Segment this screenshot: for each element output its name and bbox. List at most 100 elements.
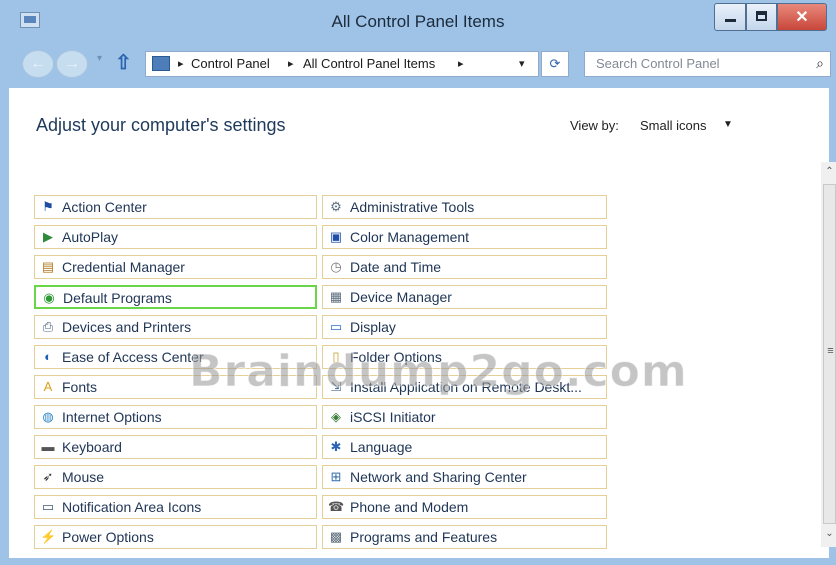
scroll-thumb[interactable]: ≡ (823, 184, 836, 524)
breadcrumb-all-items[interactable]: All Control Panel Items (303, 56, 435, 71)
control-panel-item[interactable]: ▦ Device Manager (322, 285, 607, 309)
forward-button[interactable]: → (56, 50, 88, 78)
scroll-grip-icon: ≡ (827, 345, 834, 357)
control-panel-item[interactable]: ⚑ Action Center (34, 195, 317, 219)
ease-of-access-icon: ◐ (44, 349, 52, 364)
control-panel-item[interactable]: ➶ Mouse (34, 465, 317, 489)
network-icon: ⊞ (330, 469, 342, 484)
control-panel-item[interactable]: ⚡ Power Options (34, 525, 317, 549)
control-panel-item-label: Date and Time (350, 259, 442, 275)
breadcrumb-control-panel[interactable]: Control Panel (191, 56, 270, 71)
control-panel-item-label: Notification Area Icons (62, 499, 202, 515)
autoplay-icon: ▶ (43, 229, 53, 244)
control-panel-item[interactable]: ▭ Notification Area Icons (34, 495, 317, 519)
control-panel-item-label: Default Programs (63, 290, 172, 306)
control-panel-item-label: AutoPlay (62, 229, 119, 245)
control-panel-item[interactable]: ◐ Ease of Access Center (34, 345, 317, 369)
control-panel-item[interactable]: ⊞ Network and Sharing Center (322, 465, 607, 489)
control-panel-item-label: Folder Options (350, 349, 442, 365)
power-options-icon: ⚡ (40, 529, 57, 544)
admin-tools-icon: ⚙ (330, 199, 342, 214)
title-bar: All Control Panel Items ✕ (0, 0, 836, 44)
language-icon: ✱ (330, 439, 342, 454)
view-by-label: View by: (570, 118, 619, 133)
control-panel-item-label: Internet Options (62, 409, 162, 425)
control-panel-item[interactable]: ◈ iSCSI Initiator (322, 405, 607, 429)
control-panel-item-label: Fonts (62, 379, 98, 395)
view-by-dropdown[interactable]: Small icons (640, 118, 706, 133)
minimize-button[interactable] (714, 3, 746, 31)
control-panel-item[interactable]: ▶ AutoPlay (34, 225, 317, 249)
window-title: All Control Panel Items (331, 12, 505, 31)
scroll-down-icon[interactable]: ⌄ (821, 528, 836, 539)
recent-locations-icon[interactable]: ▾ (97, 53, 102, 64)
control-panel-item[interactable]: ◉ Default Programs (34, 285, 317, 309)
close-button[interactable]: ✕ (777, 3, 827, 31)
control-panel-item-label: Keyboard (62, 439, 122, 455)
control-panel-item-label: Action Center (62, 199, 147, 215)
iscsi-initiator-icon: ◈ (331, 409, 341, 424)
control-panel-item-label: Network and Sharing Center (350, 469, 527, 485)
control-panel-item[interactable]: ☎ Phone and Modem (322, 495, 607, 519)
content-pane: Adjust your computer's settings View by:… (9, 88, 836, 558)
search-placeholder: Search Control Panel (596, 56, 720, 71)
search-icon[interactable]: ⌕ (816, 55, 824, 72)
page-title: Adjust your computer's settings (36, 115, 286, 135)
control-panel-item-label: iSCSI Initiator (350, 409, 436, 425)
control-panel-window: All Control Panel Items ✕ ← → ▾ ⇧ ▸ Cont… (0, 0, 836, 565)
control-panel-item[interactable]: ▭ Display (322, 315, 607, 339)
flag-icon: ⚑ (42, 199, 54, 214)
scroll-up-icon[interactable]: ⌃ (821, 166, 836, 177)
breadcrumb-separator-icon[interactable]: ▸ (288, 57, 294, 70)
vertical-scrollbar[interactable]: ⌃ ≡ ⌄ (821, 162, 836, 547)
control-panel-item[interactable]: ⎙ Devices and Printers (34, 315, 317, 339)
default-programs-icon: ◉ (43, 290, 55, 305)
search-input[interactable]: Search Control Panel ⌕ (584, 51, 831, 77)
mouse-icon: ➶ (42, 469, 54, 484)
phone-modem-icon: ☎ (328, 499, 345, 514)
maximize-icon (756, 11, 767, 21)
programs-features-icon: ▩ (329, 529, 343, 544)
control-panel-item[interactable]: ▩ Programs and Features (322, 525, 607, 549)
color-management-icon: ▣ (329, 229, 343, 244)
breadcrumb-separator-icon[interactable]: ▸ (178, 57, 184, 70)
maximize-button[interactable] (746, 3, 777, 31)
control-panel-item-label: Language (350, 439, 413, 455)
control-panel-item[interactable]: ◷ Date and Time (322, 255, 607, 279)
control-panel-item[interactable]: ◍ Internet Options (34, 405, 317, 429)
control-panel-item-label: Color Management (350, 229, 470, 245)
control-panel-item-label: Ease of Access Center (62, 349, 204, 365)
control-panel-item-label: Administrative Tools (350, 199, 475, 215)
control-panel-item-label: Programs and Features (350, 529, 498, 545)
control-panel-item-label: Devices and Printers (62, 319, 192, 335)
control-panel-item[interactable]: ▣ Color Management (322, 225, 607, 249)
remote-install-icon: ⇲ (330, 379, 342, 394)
control-panel-item[interactable]: ▤ Credential Manager (34, 255, 317, 279)
minimize-icon (725, 19, 736, 22)
control-panel-location-icon (152, 56, 170, 71)
control-panel-item-label: Phone and Modem (350, 499, 469, 515)
device-manager-icon: ▦ (329, 289, 343, 304)
control-panel-item[interactable]: ▯ Folder Options (322, 345, 607, 369)
up-level-button[interactable]: ⇧ (115, 50, 132, 75)
address-dropdown-icon[interactable]: ▾ (519, 57, 525, 70)
control-panel-item[interactable]: ▬ Keyboard (34, 435, 317, 459)
close-icon: ✕ (795, 9, 809, 26)
control-panel-item-label: Credential Manager (62, 259, 185, 275)
control-panel-item[interactable]: ⇲ Install Application on Remote Deskt... (322, 375, 607, 399)
credential-vault-icon: ▤ (41, 259, 55, 274)
clock-icon: ◷ (330, 259, 342, 274)
control-panel-item[interactable]: ✱ Language (322, 435, 607, 459)
refresh-button[interactable]: ⟳ (541, 51, 569, 77)
back-button[interactable]: ← (22, 50, 54, 78)
control-panel-item[interactable]: A Fonts (34, 375, 317, 399)
display-icon: ▭ (329, 319, 343, 334)
control-panel-item-label: Device Manager (350, 289, 452, 305)
control-panel-item-label: Power Options (62, 529, 154, 545)
control-panel-item[interactable]: ⚙ Administrative Tools (322, 195, 607, 219)
breadcrumb-separator-icon[interactable]: ▸ (458, 57, 464, 70)
address-bar[interactable]: ▸ Control Panel ▸ All Control Panel Item… (145, 51, 539, 77)
fonts-icon: A (43, 379, 53, 394)
control-panel-item-label: Install Application on Remote Deskt... (350, 379, 582, 395)
view-by-dropdown-arrow-icon[interactable]: ▼ (723, 119, 733, 130)
